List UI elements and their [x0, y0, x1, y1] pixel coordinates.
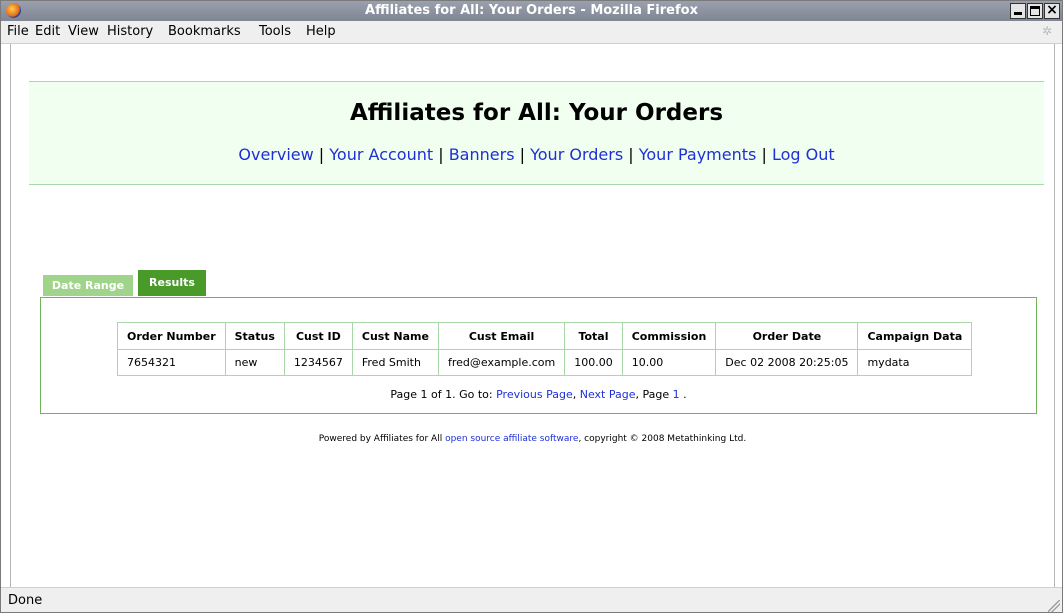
column-header: Commission [621, 322, 717, 350]
pager-middle: , Page [635, 388, 673, 401]
close-button[interactable]: × [1044, 3, 1060, 19]
status-text: Done [8, 593, 43, 608]
cell-order-date: Dec 02 2008 20:25:05 [715, 349, 859, 376]
menu-help[interactable]: Help [306, 24, 336, 39]
cell-total: 100.00 [564, 349, 623, 376]
tab-results[interactable]: Results [138, 270, 206, 296]
previous-page-link[interactable]: Previous Page [496, 388, 573, 401]
nav-log-out[interactable]: Log Out [772, 145, 835, 164]
nav-separator: | [628, 145, 639, 164]
next-page-link[interactable]: Next Page [580, 388, 636, 401]
column-header: Campaign Data [857, 322, 973, 350]
menu-tools[interactable]: Tools [259, 24, 291, 39]
main-nav: Overview | Your Account | Banners | Your… [29, 145, 1044, 164]
menu-history[interactable]: History [107, 24, 153, 39]
tab-date-range[interactable]: Date Range [43, 275, 133, 296]
page-1-link[interactable]: 1 [673, 388, 680, 401]
table-header-row: Order Number Status Cust ID Cust Name Cu… [117, 322, 973, 350]
column-header: Total [564, 322, 623, 350]
pagination: Page 1 of 1. Go to: Previous Page, Next … [41, 388, 1036, 401]
pager-comma: , [572, 388, 580, 401]
results-panel: Order Number Status Cust ID Cust Name Cu… [40, 297, 1037, 414]
cell-campaign-data: mydata [857, 349, 973, 376]
pager-suffix: . [679, 388, 687, 401]
window-controls: × [1010, 3, 1060, 19]
maximize-button[interactable] [1027, 3, 1043, 19]
affiliate-software-link[interactable]: open source affiliate software [445, 434, 578, 444]
nav-separator: | [438, 145, 449, 164]
nav-your-account[interactable]: Your Account [329, 145, 433, 164]
cell-commission: 10.00 [621, 349, 717, 376]
menu-bookmarks[interactable]: Bookmarks [168, 24, 241, 39]
column-header: Status [224, 322, 285, 350]
page-content: Affiliates for All: Your Orders Overview… [10, 44, 1055, 587]
page-header: Affiliates for All: Your Orders Overview… [29, 81, 1044, 185]
minimize-button[interactable] [1010, 3, 1026, 19]
column-header: Order Number [117, 322, 226, 350]
nav-separator: | [761, 145, 772, 164]
footer-suffix: , copyright © 2008 Metathinking Ltd. [578, 434, 747, 444]
nav-separator: | [519, 145, 531, 164]
nav-your-payments[interactable]: Your Payments [639, 145, 757, 164]
nav-separator: | [318, 145, 330, 164]
column-header: Cust Name [351, 322, 439, 350]
table-row: 7654321 new 1234567 Fred Smith fred@exam… [117, 349, 973, 376]
window-title: Affiliates for All: Your Orders - Mozill… [365, 3, 698, 18]
column-header: Cust ID [283, 322, 353, 350]
page-footer: Powered by Affiliates for All open sourc… [11, 434, 1054, 444]
cell-order-number: 7654321 [117, 349, 226, 376]
menu-view[interactable]: View [68, 24, 99, 39]
cell-cust-name: Fred Smith [351, 349, 439, 376]
menu-edit[interactable]: Edit [35, 24, 60, 39]
resize-grip-icon[interactable] [1048, 600, 1060, 612]
browser-window: Affiliates for All: Your Orders - Mozill… [0, 0, 1063, 613]
nav-banners[interactable]: Banners [449, 145, 515, 164]
cell-status: new [224, 349, 285, 376]
column-header: Order Date [715, 322, 859, 350]
footer-prefix: Powered by Affiliates for All [318, 434, 446, 444]
throbber-icon: ✲ [1042, 24, 1053, 38]
title-bar: Affiliates for All: Your Orders - Mozill… [1, 1, 1062, 21]
cell-cust-email: fred@example.com [437, 349, 566, 376]
menu-bar: File Edit View History Bookmarks Tools H… [1, 21, 1062, 44]
menu-file[interactable]: File [7, 24, 29, 39]
orders-table: Order Number Status Cust ID Cust Name Cu… [117, 322, 973, 376]
nav-overview[interactable]: Overview [238, 145, 313, 164]
page-title: Affiliates for All: Your Orders [349, 100, 724, 126]
pager-prefix: Page 1 of 1. Go to: [390, 388, 497, 401]
nav-your-orders[interactable]: Your Orders [530, 145, 623, 164]
column-header: Cust Email [437, 322, 566, 350]
cell-cust-id: 1234567 [283, 349, 353, 376]
status-bar: Done [1, 587, 1062, 612]
